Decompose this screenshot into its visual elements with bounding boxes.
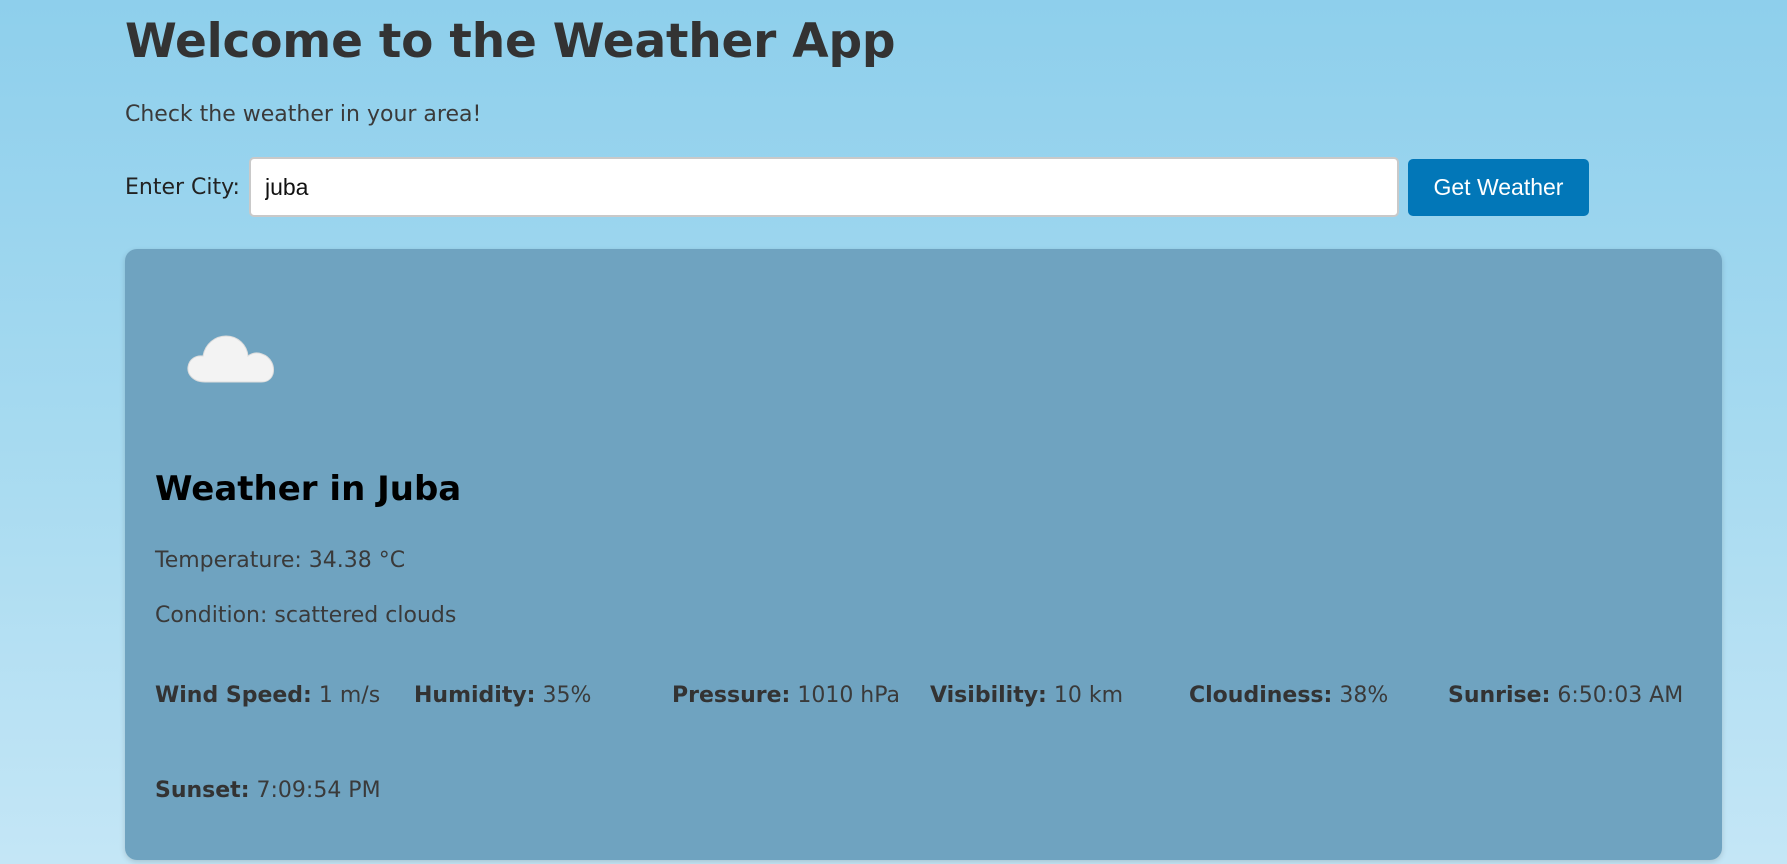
sunset-detail: Sunset: 7:09:54 PM [155, 778, 381, 803]
detail-label: Wind Speed: [155, 683, 312, 708]
detail-label: Humidity: [414, 683, 536, 708]
detail-label: Sunset: [155, 778, 250, 803]
detail-value: 1010 hPa [797, 683, 901, 708]
detail-value: 38% [1339, 683, 1389, 708]
cloud-icon [187, 335, 274, 383]
cloudiness-detail: Cloudiness: 38% [1189, 683, 1388, 708]
wind-speed-detail: Wind Speed: 1 m/s [155, 683, 380, 708]
detail-label: Visibility: [930, 683, 1047, 708]
city-label: Enter City: [125, 174, 240, 200]
page-title: Welcome to the Weather App [125, 14, 896, 69]
page-subtitle: Check the weather in your area! [125, 102, 482, 127]
sunrise-detail: Sunrise: 6:50:03 AM [1448, 683, 1683, 708]
detail-value: 7:09:54 PM [256, 778, 381, 803]
weather-heading: Weather in Juba [155, 469, 462, 509]
visibility-detail: Visibility: 10 km [930, 683, 1123, 708]
detail-label: Pressure: [672, 683, 791, 708]
city-input[interactable] [248, 157, 1399, 217]
detail-value: 1 m/s [318, 683, 381, 708]
detail-label: Cloudiness: [1189, 683, 1333, 708]
temperature-text: Temperature: 34.38 °C [155, 548, 406, 573]
get-weather-button[interactable]: Get Weather [1407, 158, 1589, 216]
detail-label: Sunrise: [1448, 683, 1551, 708]
city-search-form: Enter City: Get Weather [125, 157, 1589, 217]
detail-value: 35% [542, 683, 592, 708]
humidity-detail: Humidity: 35% [414, 683, 591, 708]
detail-value: 6:50:03 AM [1557, 683, 1684, 708]
detail-value: 10 km [1053, 683, 1124, 708]
pressure-detail: Pressure: 1010 hPa [672, 683, 900, 708]
weather-result-card: Weather in Juba Temperature: 34.38 °C Co… [125, 249, 1722, 860]
condition-text: Condition: scattered clouds [155, 603, 457, 628]
